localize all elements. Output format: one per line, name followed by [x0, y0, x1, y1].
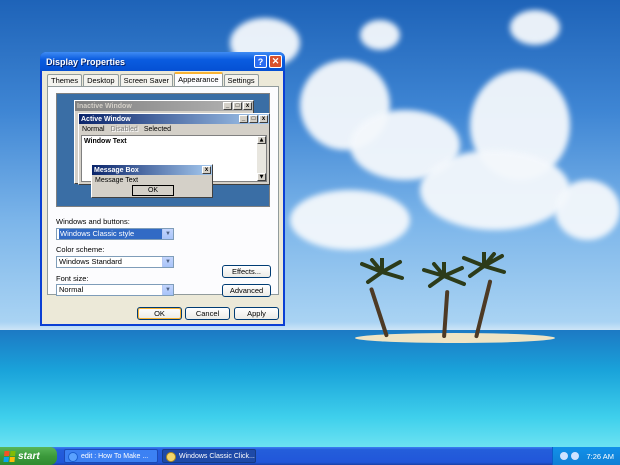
cancel-button[interactable]: Cancel	[185, 307, 230, 320]
chevron-down-icon[interactable]: ▼	[162, 285, 173, 295]
preview-message-box: Message Box x Message Text OK	[91, 164, 213, 198]
preview-menu-bar: Normal Disabled Selected	[79, 124, 269, 134]
preview-ok-button: OK	[132, 185, 174, 196]
start-label: start	[18, 450, 40, 462]
display-properties-window: Display Properties ? ✕ Themes Desktop Sc…	[40, 52, 285, 326]
scroll-up-icon: ▲	[257, 136, 266, 144]
taskbar-item-label: edit : How To Make ...	[81, 453, 149, 460]
window-title: Display Properties	[46, 56, 126, 67]
network-icon[interactable]	[560, 452, 569, 460]
inactive-window-title: Inactive Window	[77, 102, 132, 110]
tab-desktop[interactable]: Desktop	[83, 74, 119, 86]
help-button[interactable]: ?	[254, 55, 267, 68]
clock[interactable]: 7:26 AM	[586, 452, 614, 461]
taskbar-item-label: Windows Classic Click...	[179, 453, 255, 460]
menu-disabled: Disabled	[110, 125, 138, 133]
tab-appearance[interactable]: Appearance	[174, 72, 223, 86]
tab-themes[interactable]: Themes	[47, 74, 83, 86]
font-size-label: Font size:	[56, 274, 89, 283]
advanced-button[interactable]: Advanced	[222, 284, 271, 297]
active-window-title: Active Window	[81, 115, 131, 123]
maximize-icon: □	[233, 102, 242, 110]
taskbar-item-browser[interactable]: edit : How To Make ...	[64, 449, 158, 463]
close-icon: x	[243, 102, 252, 110]
ok-button[interactable]: OK	[137, 307, 182, 320]
menu-normal: Normal	[82, 125, 105, 133]
tab-settings[interactable]: Settings	[223, 74, 259, 86]
close-icon: x	[202, 166, 211, 174]
menu-selected: Selected	[143, 125, 172, 133]
appearance-panel: Inactive Window _ □ x Active Window _ □ …	[47, 86, 279, 297]
volume-icon[interactable]	[571, 452, 580, 460]
maximize-icon: □	[249, 115, 258, 123]
scroll-down-icon: ▼	[257, 173, 266, 181]
tab-strip: Themes Desktop Screen Saver Appearance S…	[47, 72, 260, 86]
chevron-down-icon[interactable]: ▼	[162, 257, 173, 267]
tab-screen-saver[interactable]: Screen Saver	[119, 74, 174, 86]
color-scheme-select[interactable]: Windows Standard ▼	[56, 256, 174, 268]
minimize-icon: _	[239, 115, 248, 123]
font-size-select[interactable]: Normal ▼	[56, 284, 174, 296]
close-button[interactable]: ✕	[269, 55, 282, 68]
title-bar[interactable]: Display Properties ? ✕	[40, 52, 285, 71]
apply-button[interactable]: Apply	[234, 307, 279, 320]
taskbar-item-paint[interactable]: Windows Classic Click...	[162, 449, 256, 463]
message-box-title: Message Box	[94, 166, 139, 174]
minimize-icon: _	[223, 102, 232, 110]
window-text: Window Text	[84, 138, 127, 145]
preview-scrollbar: ▲ ▼	[257, 136, 266, 181]
chevron-down-icon[interactable]: ▼	[162, 229, 173, 239]
system-tray: 7:26 AM	[552, 447, 620, 465]
appearance-preview: Inactive Window _ □ x Active Window _ □ …	[56, 93, 270, 207]
paint-icon	[166, 452, 176, 462]
start-button[interactable]: start	[0, 447, 57, 465]
taskbar: start edit : How To Make ... Windows Cla…	[0, 447, 620, 465]
windows-buttons-label: Windows and buttons:	[56, 217, 130, 226]
effects-button[interactable]: Effects...	[222, 265, 271, 278]
close-icon: x	[259, 115, 268, 123]
windows-logo-icon	[3, 450, 16, 462]
color-scheme-label: Color scheme:	[56, 245, 105, 254]
ie-icon	[68, 452, 78, 462]
windows-buttons-select[interactable]: Windows Classic style ▼	[56, 228, 174, 240]
